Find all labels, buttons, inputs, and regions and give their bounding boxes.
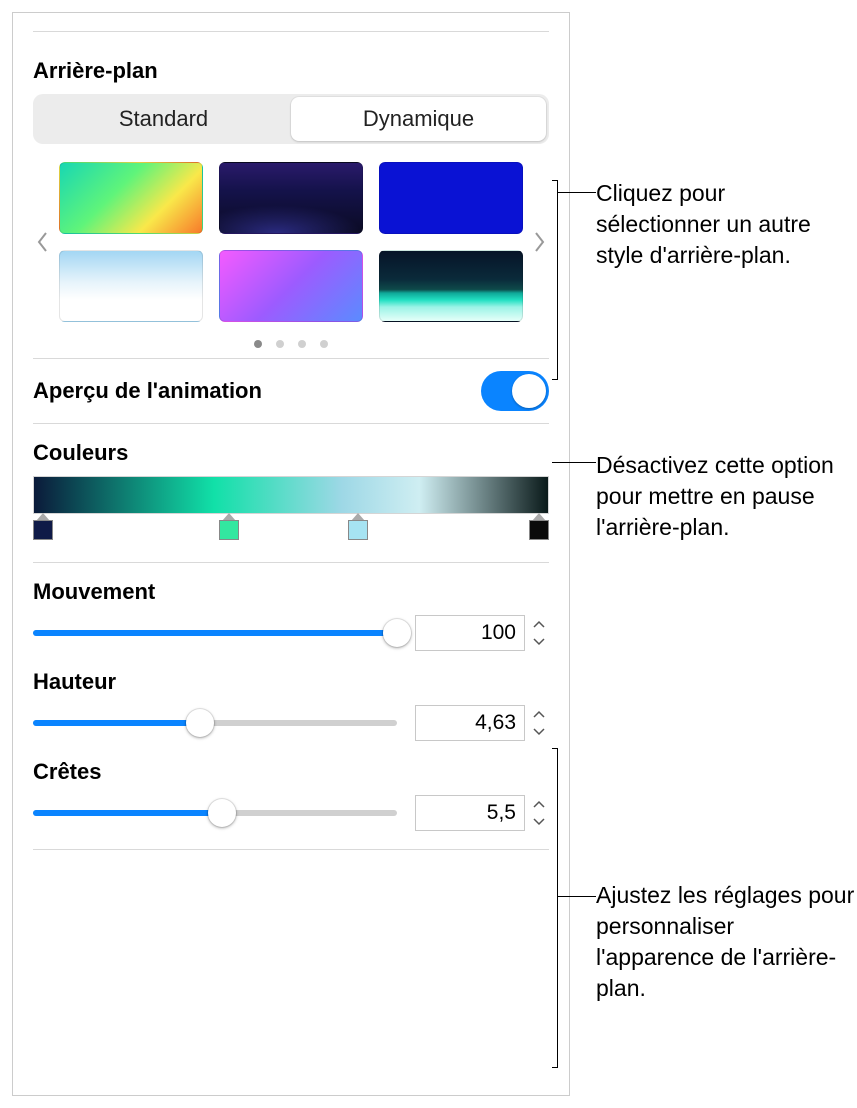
gradient-stops <box>33 514 549 544</box>
hauteur-field[interactable]: 4,63 <box>415 705 525 741</box>
callout-connector <box>552 462 596 463</box>
mouvement-stepper[interactable] <box>529 616 549 650</box>
page-dot-3[interactable] <box>298 340 306 348</box>
callout-bg-styles: Cliquez pour sélectionner un autre style… <box>596 178 841 271</box>
divider <box>33 31 549 32</box>
stepper-up-icon[interactable] <box>529 616 549 632</box>
gradient-stop-4[interactable] <box>528 513 550 540</box>
colors-label: Couleurs <box>33 440 549 466</box>
gradient-stop-1[interactable] <box>32 513 54 540</box>
cretes-label: Crêtes <box>33 759 549 785</box>
bg-thumb-6[interactable] <box>379 250 523 322</box>
page-dot-2[interactable] <box>276 340 284 348</box>
mouvement-row: 100 <box>33 615 549 651</box>
hauteur-stepper[interactable] <box>529 706 549 740</box>
cretes-row: 5,5 <box>33 795 549 831</box>
callout-connector <box>552 748 596 1068</box>
mouvement-label: Mouvement <box>33 579 549 605</box>
animation-preview-row: Aperçu de l'animation <box>33 359 549 423</box>
gradient-stop-3[interactable] <box>347 513 369 540</box>
inspector-panel: Arrière-plan Standard Dynamique Aperçu d… <box>12 12 570 1096</box>
bg-thumb-3[interactable] <box>379 162 523 234</box>
hauteur-label: Hauteur <box>33 669 549 695</box>
bg-thumb-2[interactable] <box>219 162 363 234</box>
animation-preview-label: Aperçu de l'animation <box>33 378 262 404</box>
gradient-editor[interactable] <box>33 476 549 514</box>
bg-thumb-4[interactable] <box>59 250 203 322</box>
cretes-stepper[interactable] <box>529 796 549 830</box>
mouvement-field[interactable]: 100 <box>415 615 525 651</box>
toggle-knob <box>512 374 546 408</box>
tab-standard[interactable]: Standard <box>36 97 291 141</box>
gradient-stop-2[interactable] <box>218 513 240 540</box>
tab-dynamic[interactable]: Dynamique <box>291 97 546 141</box>
callout-connector <box>552 180 596 380</box>
stepper-up-icon[interactable] <box>529 796 549 812</box>
divider <box>33 849 549 850</box>
background-mode-segmented[interactable]: Standard Dynamique <box>33 94 549 144</box>
callout-toggle: Désactivez cette option pour mettre en p… <box>596 450 856 543</box>
divider <box>33 423 549 424</box>
chevron-right-icon[interactable] <box>529 231 549 253</box>
cretes-slider[interactable] <box>33 799 397 827</box>
cretes-field[interactable]: 5,5 <box>415 795 525 831</box>
stepper-down-icon[interactable] <box>529 634 549 650</box>
section-title-background: Arrière-plan <box>33 58 549 84</box>
hauteur-slider[interactable] <box>33 709 397 737</box>
chevron-left-icon[interactable] <box>33 231 53 253</box>
animation-preview-toggle[interactable] <box>481 371 549 411</box>
stepper-down-icon[interactable] <box>529 814 549 830</box>
divider <box>33 562 549 563</box>
hauteur-row: 4,63 <box>33 705 549 741</box>
mouvement-slider[interactable] <box>33 619 397 647</box>
bg-thumb-1[interactable] <box>59 162 203 234</box>
background-thumbnails <box>33 162 549 322</box>
stepper-up-icon[interactable] <box>529 706 549 722</box>
stepper-down-icon[interactable] <box>529 724 549 740</box>
page-dots[interactable] <box>33 340 549 348</box>
bg-thumb-5[interactable] <box>219 250 363 322</box>
page-dot-1[interactable] <box>254 340 262 348</box>
callout-sliders: Ajustez les réglages pour personnaliser … <box>596 880 856 1004</box>
page-dot-4[interactable] <box>320 340 328 348</box>
